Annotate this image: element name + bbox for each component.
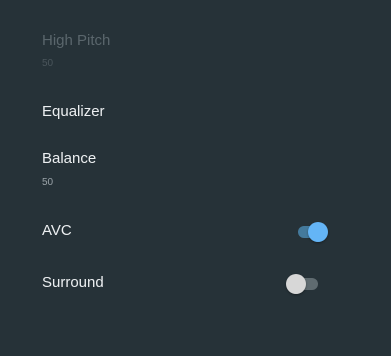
surround-toggle-switch[interactable]	[286, 273, 322, 295]
switch-thumb	[286, 274, 306, 294]
setting-title: AVC	[42, 222, 72, 239]
setting-high-pitch: High Pitch 50	[0, 28, 391, 74]
avc-toggle-switch[interactable]	[294, 221, 330, 243]
setting-balance[interactable]: Balance 50	[0, 146, 391, 192]
setting-title: Surround	[42, 274, 104, 291]
setting-value: 50	[42, 58, 54, 69]
switch-thumb	[308, 222, 328, 242]
sound-settings-panel: High Pitch 50 Equalizer Balance 50 AVC S…	[0, 0, 391, 356]
setting-title: Equalizer	[42, 103, 105, 120]
setting-title: Balance	[42, 150, 97, 167]
setting-equalizer[interactable]: Equalizer	[0, 96, 391, 130]
setting-avc: AVC	[0, 215, 391, 249]
setting-surround: Surround	[0, 267, 391, 301]
setting-value: 50	[42, 177, 54, 188]
setting-title: High Pitch	[42, 32, 111, 49]
